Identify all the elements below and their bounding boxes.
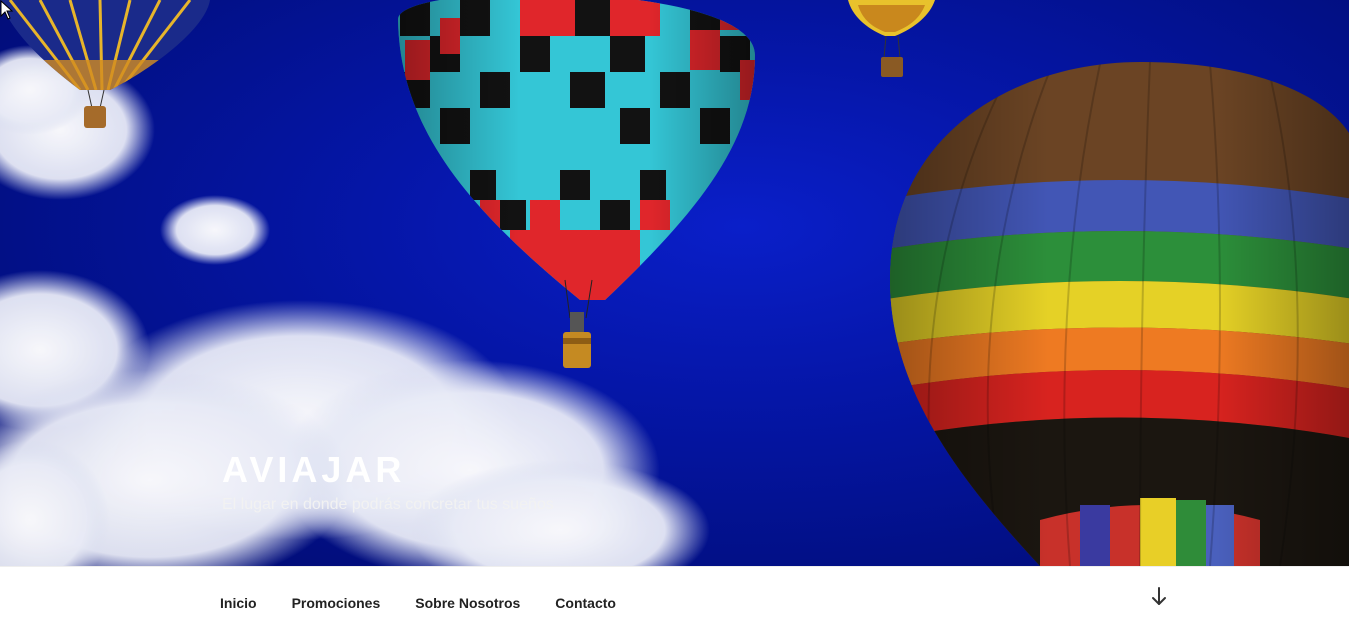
menu-item-inicio: Inicio	[204, 567, 276, 639]
nav-link-contacto[interactable]: Contacto	[539, 567, 635, 639]
menu-item-sobre-nosotros: Sobre Nosotros	[399, 567, 539, 639]
header-hero-image: AVIAJAR El lugar en donde podrás concret…	[0, 0, 1349, 566]
hot-air-balloons-image	[0, 0, 1349, 566]
arrow-down-icon	[1152, 587, 1166, 605]
site-description: El lugar en donde podrás concretar tus s…	[222, 496, 554, 513]
nav-link-inicio[interactable]: Inicio	[204, 567, 276, 639]
menu-item-promociones: Promociones	[276, 567, 400, 639]
top-menu: Inicio Promociones Sobre Nosotros Contac…	[204, 567, 635, 639]
site-title-link[interactable]: AVIAJAR	[222, 448, 554, 492]
nav-link-sobre-nosotros[interactable]: Sobre Nosotros	[399, 567, 539, 639]
site-branding: AVIAJAR El lugar en donde podrás concret…	[222, 448, 554, 517]
scroll-down-button[interactable]	[1148, 585, 1170, 609]
mouse-cursor-icon	[0, 0, 14, 20]
nav-link-promociones[interactable]: Promociones	[276, 567, 400, 639]
menu-item-contacto: Contacto	[539, 567, 635, 639]
main-navigation: Inicio Promociones Sobre Nosotros Contac…	[0, 566, 1349, 638]
